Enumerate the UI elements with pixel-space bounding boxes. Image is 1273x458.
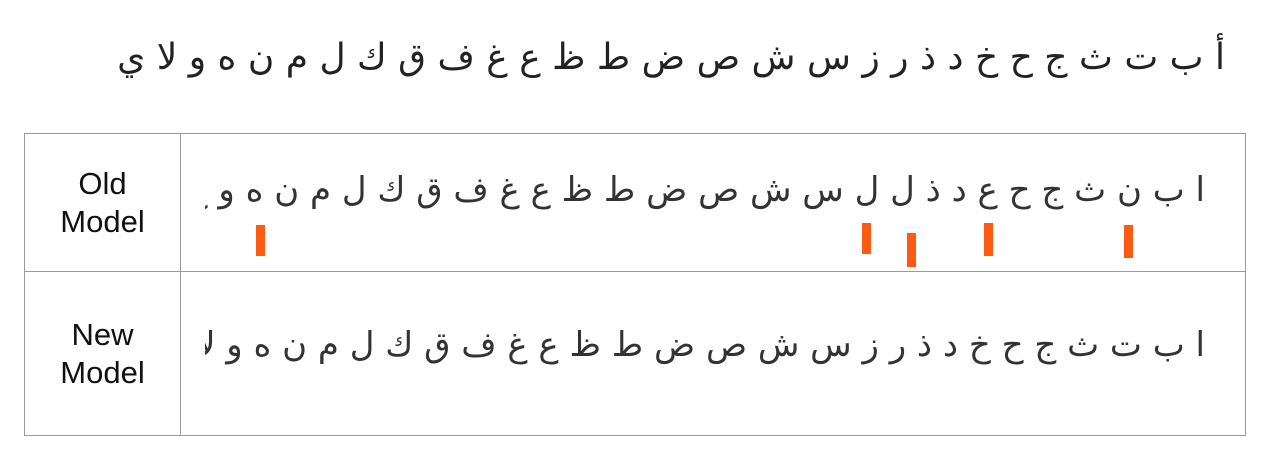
error-markers: [25, 134, 1247, 272]
reference-alphabet: أ ب ت ث ج ح خ د ذ ر ز س ش ص ض ط ظ ع غ ف …: [117, 37, 1225, 78]
error-marker: [256, 225, 265, 256]
row-label-line2: Model: [60, 354, 145, 390]
error-marker: [907, 233, 916, 267]
table-row-old-model: Old Model ا ب ن ث ج ح ع د ذ ل ل س ش ص ض …: [25, 134, 1245, 272]
new-model-output-text: ا ب ت ث ج ح خ د ذ ر ز س ش ص ض ط ظ ع غ ف …: [205, 325, 1205, 365]
table-row-new-model: New Model ا ب ت ث ج ح خ د ذ ر ز س ش ص ض …: [25, 272, 1245, 435]
row-label-line1: New: [71, 316, 134, 352]
error-marker: [984, 223, 993, 256]
model-comparison-table: Old Model ا ب ن ث ج ح ع د ذ ل ل س ش ص ض …: [24, 133, 1246, 436]
error-marker: [862, 223, 871, 254]
error-marker: [1124, 225, 1133, 258]
row-label-new-model: New Model: [25, 272, 181, 435]
